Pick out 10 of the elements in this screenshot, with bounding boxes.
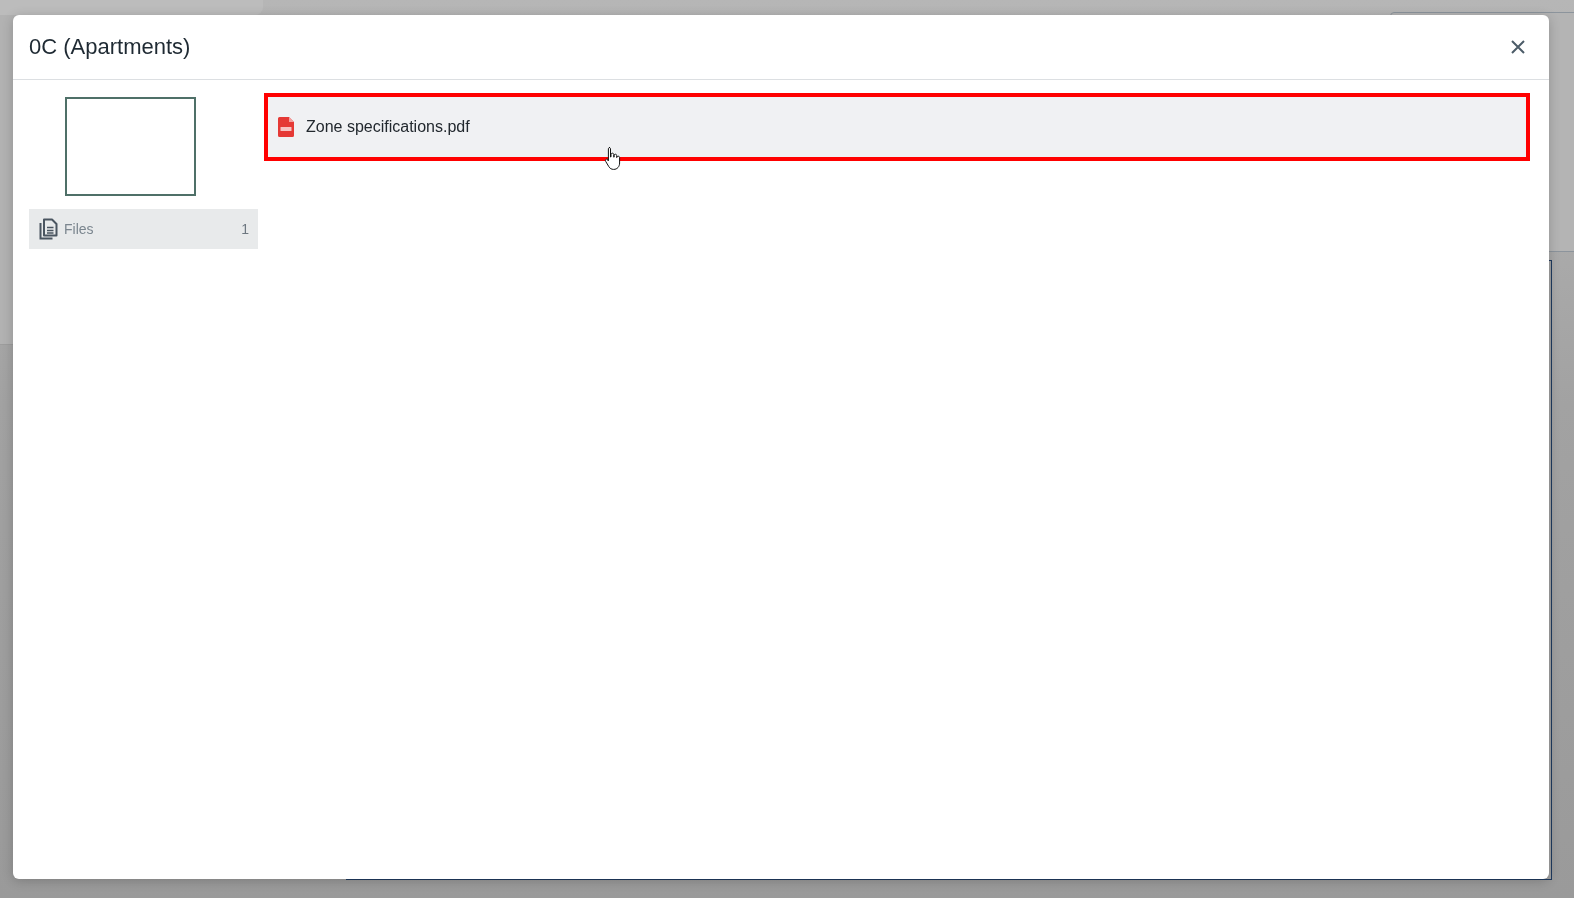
item-count: 1: [241, 221, 249, 237]
sidebar-item-label: Files: [64, 221, 95, 237]
file-name: Zone specifications.pdf: [306, 118, 470, 136]
pdf-file-icon: [278, 117, 294, 137]
documents-icon: [39, 218, 58, 240]
hand-cursor-icon: [604, 146, 621, 171]
file-row[interactable]: Zone specifications.pdf: [264, 93, 1530, 161]
close-icon: [1511, 40, 1525, 54]
sidebar-item[interactable]: Files 1: [29, 209, 258, 249]
dialog-title: 0C (Apartments): [29, 34, 191, 60]
